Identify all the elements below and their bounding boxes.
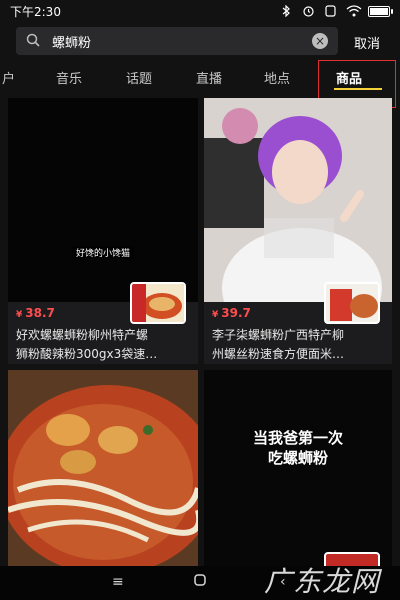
product-video-3[interactable] (8, 370, 198, 566)
product-card-4[interactable]: 当我爸第一次 吃螺蛳粉 (204, 370, 392, 566)
status-bar: 下午2:30 (0, 0, 400, 22)
tab-music[interactable]: 音乐 (56, 68, 82, 87)
search-query: 螺蛳粉 (52, 35, 92, 51)
tab-user[interactable]: 户 (2, 68, 15, 87)
product-video-2[interactable] (204, 98, 392, 348)
video-caption: 当我爸第一次 吃螺蛳粉 (252, 429, 343, 467)
status-time: 下午2:30 (10, 4, 61, 19)
video-overlay-text: 好馋的小馋猫 (72, 246, 135, 259)
search-icon (26, 32, 40, 51)
product-thumbnail-2[interactable] (324, 282, 380, 324)
product-video-1[interactable]: 好馋的小馋猫 (8, 98, 198, 302)
product-title-1[interactable]: 好欢螺螺蛳粉柳州特产螺 狮粉酸辣粉300gx3袋速… (16, 326, 196, 364)
product-price-1: ¥38.7 (16, 306, 55, 320)
cancel-button[interactable]: 取消 (354, 33, 380, 52)
product-card-1[interactable]: 好馋的小馋猫 ¥38.7 好欢螺螺蛳粉柳州特产螺 狮粉酸辣粉300gx3袋速… (8, 98, 198, 364)
alarm-icon (302, 5, 316, 17)
status-icons (280, 4, 393, 18)
battery-icon (368, 5, 393, 17)
product-thumbnail-1[interactable] (130, 282, 186, 324)
menu-icon[interactable]: ≡ (112, 574, 124, 590)
clear-search-icon[interactable]: × (312, 33, 328, 49)
home-icon[interactable] (194, 574, 206, 590)
product-price-2: ¥39.7 (212, 306, 251, 320)
tab-topic[interactable]: 话题 (126, 68, 152, 87)
wifi-icon (346, 5, 362, 17)
sim-icon (324, 5, 338, 17)
tab-live[interactable]: 直播 (196, 68, 222, 87)
search-input[interactable]: 螺蛳粉 × (16, 27, 338, 55)
product-card-3[interactable] (8, 370, 198, 566)
product-card-2[interactable]: ¥39.7 李子柒螺蛳粉广西特产柳 州螺丝粉速食方便面米… (204, 98, 392, 364)
watermark-text: 广东龙网 (264, 565, 381, 598)
search-bar: 螺蛳粉 × 取消 (0, 27, 400, 57)
tab-location[interactable]: 地点 (264, 68, 290, 87)
bluetooth-icon (280, 4, 294, 18)
product-title-2[interactable]: 李子柒螺蛳粉广西特产柳 州螺丝粉速食方便面米… (212, 326, 392, 364)
